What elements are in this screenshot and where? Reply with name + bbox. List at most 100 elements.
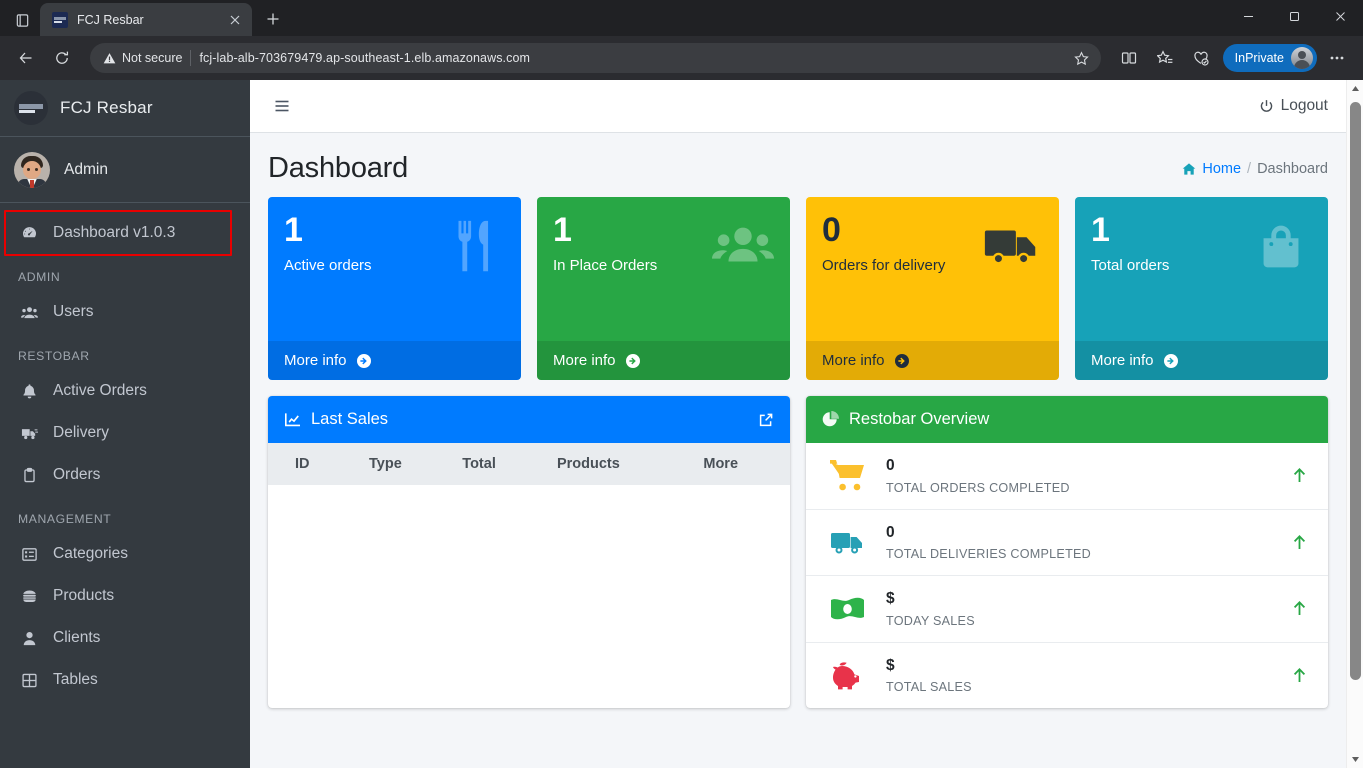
overview-caption: TOTAL DELIVERIES COMPLETED bbox=[886, 547, 1092, 562]
overview-caption: TOTAL ORDERS COMPLETED bbox=[886, 480, 1070, 495]
overview-value: 0 bbox=[886, 457, 895, 474]
stat-card-row: 1 Active orders More info 1 In Place Ord… bbox=[268, 197, 1328, 380]
star-icon[interactable] bbox=[1069, 45, 1095, 71]
more-info-label: More info bbox=[553, 352, 616, 369]
overview-row-total-sales: $ TOTAL SALES bbox=[806, 643, 1328, 709]
home-icon bbox=[1182, 162, 1196, 176]
overview-value: 0 bbox=[886, 523, 895, 541]
stat-card-in-place-orders[interactable]: 1 In Place Orders More info bbox=[537, 197, 790, 380]
trend-up-icon bbox=[1291, 667, 1308, 684]
last-sales-panel: Last Sales ID Type Total Products More bbox=[268, 396, 790, 709]
sidebar-user-name: Admin bbox=[64, 160, 108, 178]
panel-title: Last Sales bbox=[311, 410, 389, 428]
power-icon bbox=[1260, 99, 1272, 112]
more-info-label: More info bbox=[1091, 352, 1154, 369]
delivery-truck-icon bbox=[826, 524, 868, 561]
browser-toolbar: Not secure fcj-lab-alb-703679479.ap-sout… bbox=[0, 36, 1363, 80]
sidebar-item-tables[interactable]: Tables bbox=[8, 659, 242, 701]
column-header-more[interactable]: More bbox=[693, 443, 790, 485]
more-info-label: More info bbox=[822, 352, 885, 369]
shopping-bag-icon bbox=[1250, 213, 1312, 341]
more-info-link[interactable]: More info bbox=[268, 341, 521, 380]
page-scrollbar[interactable] bbox=[1346, 80, 1363, 768]
more-info-link[interactable]: More info bbox=[806, 341, 1059, 380]
sidebar-item-clients[interactable]: Clients bbox=[8, 617, 242, 659]
fcj-favicon bbox=[52, 11, 68, 28]
scroll-down-arrow-icon[interactable] bbox=[1347, 751, 1363, 768]
inprivate-profile-button[interactable]: InPrivate bbox=[1222, 44, 1317, 72]
burger-icon bbox=[18, 588, 40, 605]
last-sales-table: ID Type Total Products More bbox=[268, 443, 790, 485]
stat-card-active-orders[interactable]: 1 Active orders More info bbox=[268, 197, 521, 380]
scroll-up-arrow-icon[interactable] bbox=[1347, 80, 1363, 97]
security-status[interactable]: Not secure bbox=[103, 51, 182, 65]
favorites-list-icon[interactable] bbox=[1149, 42, 1181, 74]
overview-text: 0 TOTAL DELIVERIES COMPLETED bbox=[886, 524, 1273, 562]
trend-up-icon bbox=[1291, 534, 1308, 551]
browser-tab[interactable]: FCJ Resbar bbox=[40, 3, 252, 36]
sidebar-item-label: Dashboard v1.0.3 bbox=[53, 224, 176, 241]
collections-icon[interactable] bbox=[1185, 42, 1217, 74]
inprivate-label: InPrivate bbox=[1234, 51, 1284, 65]
column-header-type[interactable]: Type bbox=[359, 443, 453, 485]
window-close-icon[interactable] bbox=[1317, 0, 1363, 32]
back-arrow-icon[interactable] bbox=[10, 42, 42, 74]
external-link-icon[interactable] bbox=[758, 412, 774, 428]
close-icon[interactable] bbox=[224, 9, 246, 31]
tab-list-icon[interactable] bbox=[4, 4, 40, 36]
column-header-total[interactable]: Total bbox=[452, 443, 547, 485]
omnibox-divider bbox=[190, 50, 192, 66]
ellipsis-icon[interactable] bbox=[1321, 42, 1353, 74]
sidebar-item-label: Products bbox=[53, 587, 115, 604]
truck-icon bbox=[18, 425, 40, 442]
user-icon bbox=[18, 630, 40, 647]
browser-window: FCJ Resbar Not secure fcj-lab-alb-703679… bbox=[0, 0, 1363, 768]
stat-card-orders-for-delivery[interactable]: 0 Orders for delivery More info bbox=[806, 197, 1059, 380]
scrollbar-thumb[interactable] bbox=[1350, 102, 1361, 680]
brand-header[interactable]: FCJ Resbar bbox=[0, 80, 250, 137]
split-screen-icon[interactable] bbox=[1113, 42, 1145, 74]
stat-value: 1 bbox=[553, 211, 572, 249]
sidebar-section-restobar: RESTOBAR bbox=[18, 349, 90, 363]
breadcrumb-home[interactable]: Home bbox=[1202, 161, 1241, 177]
panel-title: Restobar Overview bbox=[849, 410, 990, 428]
sidebar-item-label: Users bbox=[53, 303, 94, 320]
breadcrumb-separator: / bbox=[1247, 160, 1252, 177]
column-header-products[interactable]: Products bbox=[546, 443, 694, 485]
reload-icon[interactable] bbox=[46, 42, 78, 74]
more-info-link[interactable]: More info bbox=[1075, 341, 1328, 380]
sidebar-item-users[interactable]: Users bbox=[8, 291, 242, 333]
stat-card-total-orders[interactable]: 1 Total orders More info bbox=[1075, 197, 1328, 380]
stat-label: Orders for delivery bbox=[822, 257, 946, 274]
more-info-link[interactable]: More info bbox=[537, 341, 790, 380]
tachometer-icon bbox=[18, 225, 40, 242]
minimize-icon[interactable] bbox=[1225, 0, 1271, 32]
column-header-id[interactable]: ID bbox=[268, 443, 360, 485]
sidebar-item-label: Orders bbox=[53, 466, 101, 483]
cutlery-icon bbox=[443, 213, 505, 341]
breadcrumb: Home / Dashboard bbox=[1182, 161, 1328, 177]
sidebar-item-label: Clients bbox=[53, 629, 101, 646]
overview-text: 0 TOTAL ORDERS COMPLETED bbox=[886, 457, 1273, 495]
last-sales-header: Last Sales bbox=[268, 396, 790, 443]
sidebar-item-label: Categories bbox=[53, 545, 128, 562]
overview-row-today-sales: $ TODAY SALES bbox=[806, 576, 1328, 643]
maximize-icon[interactable] bbox=[1271, 0, 1317, 32]
new-tab-button[interactable] bbox=[258, 4, 288, 34]
trend-up-icon bbox=[1291, 600, 1308, 617]
warning-triangle-icon bbox=[103, 52, 116, 63]
sidebar-section-management: MANAGEMENT bbox=[18, 512, 112, 526]
address-bar[interactable]: Not secure fcj-lab-alb-703679479.ap-sout… bbox=[90, 43, 1101, 73]
page-viewport: FCJ Resbar Admin Dashboard v1.0.3 ADMIN … bbox=[0, 80, 1363, 768]
sidebar-item-dashboard[interactable]: Dashboard v1.0.3 bbox=[0, 210, 250, 256]
hamburger-icon[interactable] bbox=[268, 92, 296, 120]
stat-value: 1 bbox=[284, 211, 303, 249]
sidebar-item-active-orders[interactable]: Active Orders bbox=[8, 370, 242, 412]
sidebar-item-categories[interactable]: Categories bbox=[8, 533, 242, 575]
sidebar-item-delivery[interactable]: Delivery bbox=[8, 412, 242, 454]
sidebar-item-products[interactable]: Products bbox=[8, 575, 242, 617]
overview-row-total-orders: 0 TOTAL ORDERS COMPLETED bbox=[806, 443, 1328, 510]
sidebar-user-panel[interactable]: Admin bbox=[0, 137, 250, 203]
sidebar-item-orders[interactable]: Orders bbox=[8, 454, 242, 496]
logout-button[interactable]: Logout bbox=[1259, 97, 1328, 115]
